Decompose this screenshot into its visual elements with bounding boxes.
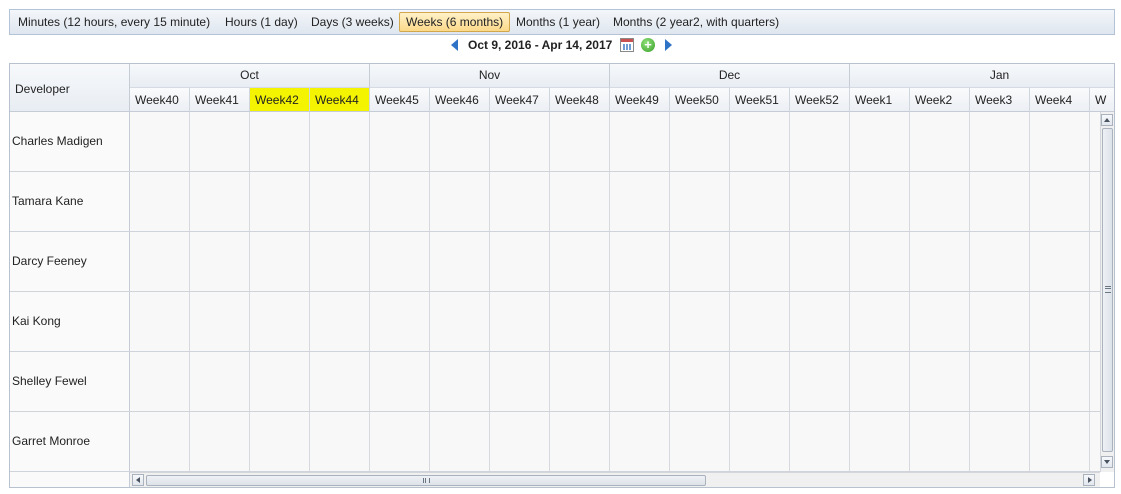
grip-icon xyxy=(1105,286,1111,293)
month-header: Nov xyxy=(370,64,610,88)
timeline-cells[interactable] xyxy=(130,292,1100,351)
week-header[interactable]: Week46 xyxy=(430,88,490,112)
week-header[interactable]: Week51 xyxy=(730,88,790,112)
developer-name[interactable]: Shelley Fewel xyxy=(10,352,130,411)
previous-range-icon[interactable] xyxy=(451,39,458,51)
right-arrow-icon xyxy=(1088,477,1092,483)
left-arrow-icon xyxy=(136,477,140,483)
week-header[interactable]: Week48 xyxy=(550,88,610,112)
timeline-cells[interactable] xyxy=(130,352,1100,411)
week-header[interactable]: Week42 xyxy=(250,88,310,112)
horizontal-scroll-thumb[interactable] xyxy=(146,475,706,486)
down-arrow-icon xyxy=(1104,460,1110,464)
week-header[interactable]: W xyxy=(1090,88,1114,112)
scroll-up-button[interactable] xyxy=(1101,114,1113,126)
view-toolbar: Minutes (12 hours, every 15 minute) Hours… xyxy=(9,9,1115,35)
week-header[interactable]: Week47 xyxy=(490,88,550,112)
resource-row: Darcy Feeney xyxy=(10,232,1100,292)
scroll-down-button[interactable] xyxy=(1101,456,1113,468)
resource-rows: Charles Madigen Tamara Kane Darcy Feeney Ka… xyxy=(10,112,1100,472)
resource-header-label: Developer xyxy=(15,82,70,96)
add-icon[interactable]: + xyxy=(641,38,655,52)
week-header[interactable]: Week40 xyxy=(130,88,190,112)
week-header[interactable]: Week52 xyxy=(790,88,850,112)
timeline-cells[interactable] xyxy=(130,412,1100,471)
month-header: Jan xyxy=(850,64,1114,88)
resource-row: Garret Monroe xyxy=(10,412,1100,472)
week-header[interactable]: Week4 xyxy=(1030,88,1090,112)
week-header[interactable]: Week44 xyxy=(310,88,370,112)
timeline-cells[interactable] xyxy=(130,172,1100,231)
timeline-cells[interactable] xyxy=(130,112,1100,171)
developer-name[interactable]: Charles Madigen xyxy=(10,112,130,171)
date-range-label: Oct 9, 2016 - Apr 14, 2017 xyxy=(468,38,613,52)
week-header[interactable]: Week45 xyxy=(370,88,430,112)
resource-row: Tamara Kane xyxy=(10,172,1100,232)
up-arrow-icon xyxy=(1104,118,1110,122)
week-header[interactable]: Week50 xyxy=(670,88,730,112)
resource-column-header[interactable]: Developer xyxy=(10,64,130,112)
week-header[interactable]: Week41 xyxy=(190,88,250,112)
vertical-scroll-thumb[interactable] xyxy=(1102,128,1113,452)
week-header[interactable]: Week3 xyxy=(970,88,1030,112)
week-header[interactable]: Week49 xyxy=(610,88,670,112)
developer-name[interactable]: Kai Kong xyxy=(10,292,130,351)
resource-row: Shelley Fewel xyxy=(10,352,1100,412)
grid-corner xyxy=(10,472,130,487)
view-button-1[interactable]: Hours (1 day) xyxy=(219,12,304,32)
view-button-3[interactable]: Weeks (6 months) xyxy=(399,12,511,32)
time-header: Oct Nov Dec Jan Week40 Week41 Week42 Week44 Week… xyxy=(130,64,1114,112)
developer-name[interactable]: Tamara Kane xyxy=(10,172,130,231)
timeline-cells[interactable] xyxy=(130,232,1100,291)
grip-icon xyxy=(423,478,430,483)
scheduler-grid: Developer Oct Nov Dec Jan Week40 Week41 Week42… xyxy=(9,63,1115,488)
view-button-4[interactable]: Months (1 year) xyxy=(510,12,606,32)
week-header[interactable]: Week1 xyxy=(850,88,910,112)
next-range-icon[interactable] xyxy=(665,39,672,51)
view-button-5[interactable]: Months (2 year2, with quarters) xyxy=(607,12,785,32)
vertical-scrollbar[interactable] xyxy=(1100,112,1114,472)
week-header[interactable]: Week2 xyxy=(910,88,970,112)
view-button-2[interactable]: Days (3 weeks) xyxy=(305,12,400,32)
month-header: Dec xyxy=(610,64,850,88)
horizontal-scrollbar[interactable] xyxy=(130,472,1100,487)
developer-name[interactable]: Garret Monroe xyxy=(10,412,130,471)
developer-name[interactable]: Darcy Feeney xyxy=(10,232,130,291)
calendar-icon[interactable] xyxy=(620,38,634,52)
view-button-0[interactable]: Minutes (12 hours, every 15 minute) xyxy=(12,12,216,32)
scroll-right-button[interactable] xyxy=(1083,474,1095,486)
resource-row: Kai Kong xyxy=(10,292,1100,352)
scroll-left-button[interactable] xyxy=(132,474,144,486)
resource-row: Charles Madigen xyxy=(10,112,1100,172)
month-header: Oct xyxy=(130,64,370,88)
